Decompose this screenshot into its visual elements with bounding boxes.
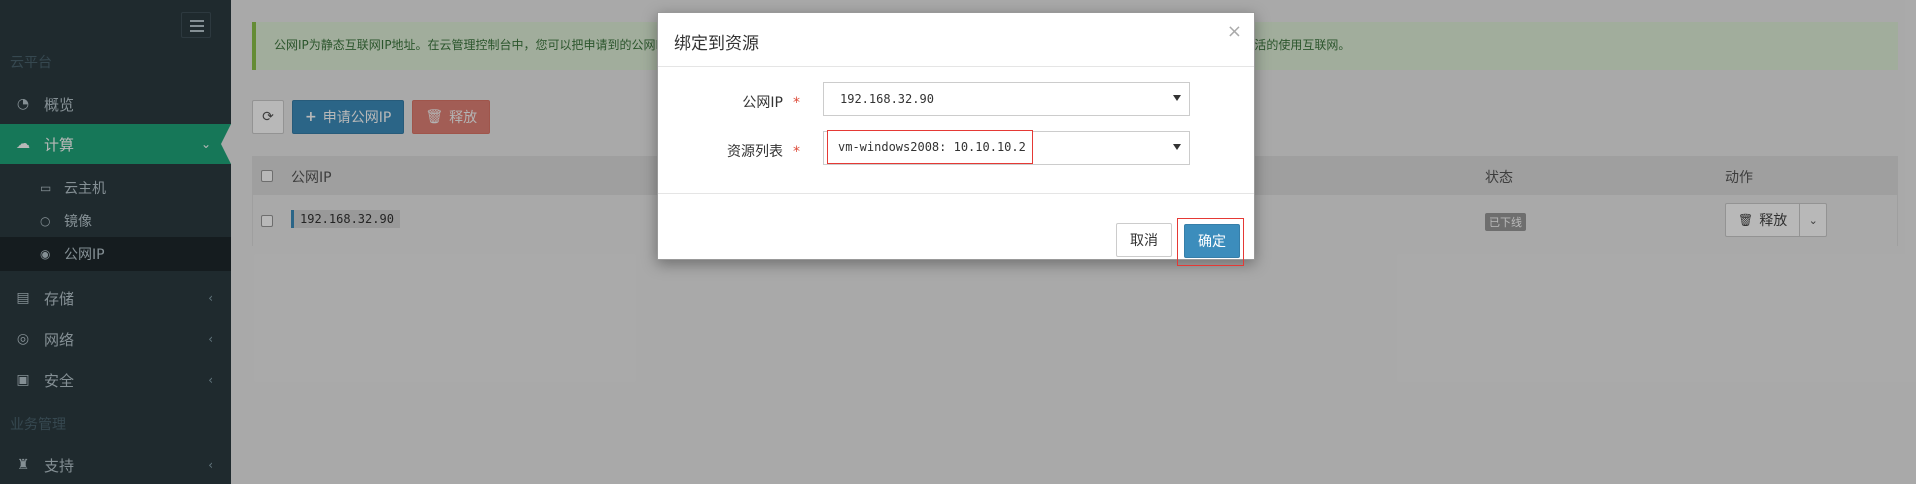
- required-mark: *: [793, 95, 800, 111]
- resource-label-text: 资源列表: [727, 144, 783, 160]
- modal-footer: 取消 确定: [658, 193, 1254, 266]
- bind-resource-dialog: 绑定到资源 × 公网IP * 192.168.32.90 资源列表 * vm-win…: [657, 12, 1255, 266]
- caret-down-icon: [1173, 144, 1181, 150]
- confirm-button[interactable]: 确定: [1184, 224, 1240, 258]
- resource-field-label: 资源列表 *: [727, 141, 800, 161]
- cancel-button[interactable]: 取消: [1116, 223, 1172, 257]
- modal-title: 绑定到资源: [674, 34, 759, 54]
- required-mark: *: [793, 144, 800, 160]
- resource-select-value: vm-windows2008: 10.10.10.2: [827, 130, 1033, 164]
- caret-down-icon: [1173, 95, 1181, 101]
- ip-select-value: 192.168.32.90: [840, 92, 934, 106]
- resource-select[interactable]: vm-windows2008: 10.10.10.2: [823, 130, 1190, 165]
- close-icon[interactable]: ×: [1227, 21, 1242, 42]
- ip-label-text: 公网IP: [742, 95, 783, 111]
- modal-header: 绑定到资源 ×: [658, 13, 1254, 67]
- ip-select[interactable]: 192.168.32.90: [823, 82, 1190, 116]
- ip-field-label: 公网IP *: [742, 92, 800, 112]
